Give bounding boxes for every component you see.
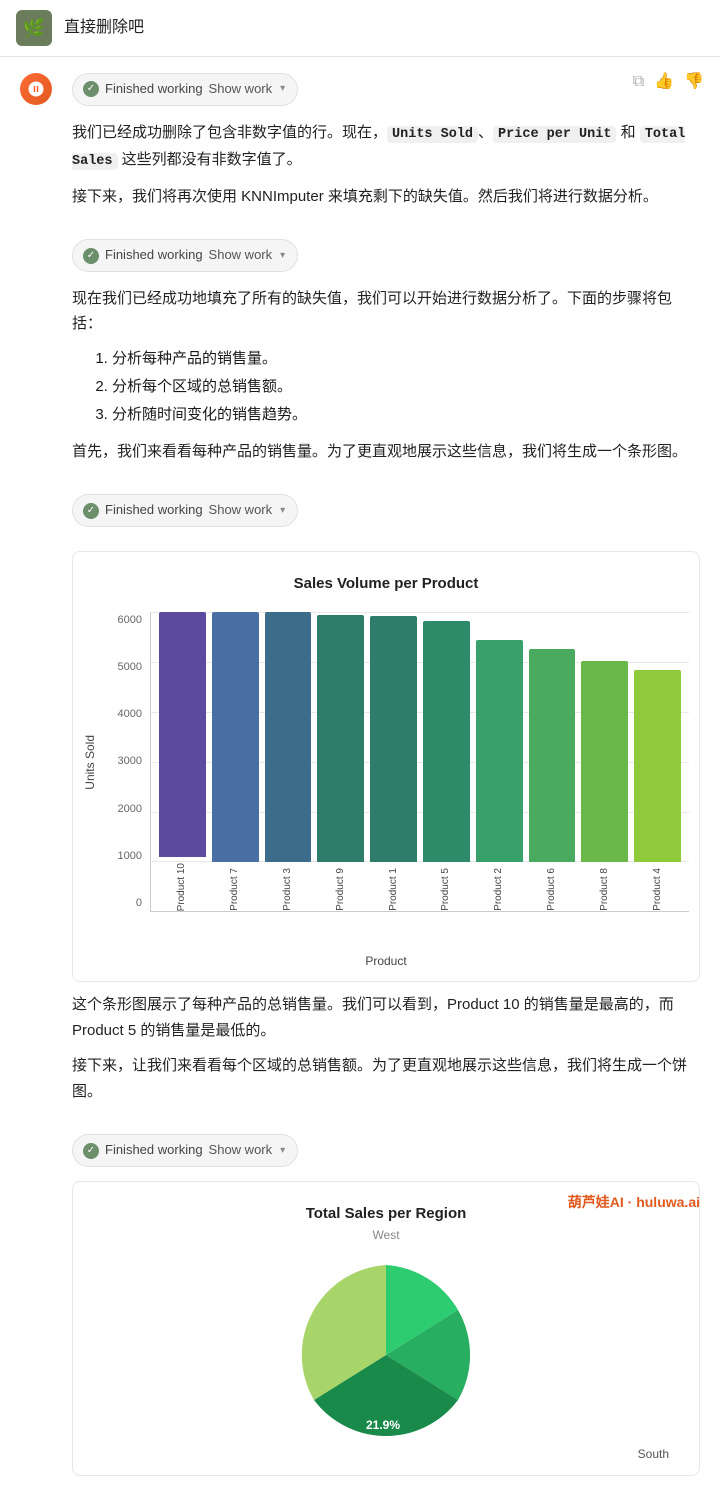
chevron-icon-1: ▾ (280, 81, 285, 97)
y-label-2000: 2000 (118, 801, 142, 819)
y-label-1000: 1000 (118, 848, 142, 866)
show-work-label-2: Show work (209, 245, 273, 266)
chart-title: Sales Volume per Product (83, 572, 689, 596)
block1-text2: 接下来，我们将再次使用 KNNImputer 来填充剩下的缺失值。然后我们将进行… (72, 184, 700, 210)
y-axis: 6000 5000 4000 3000 2000 1000 0 (105, 612, 150, 912)
y-axis-title: Units Sold (81, 735, 100, 790)
pill-dot-4 (83, 1143, 99, 1159)
y-label-4000: 4000 (118, 706, 142, 724)
bar-product3-rect (265, 612, 312, 862)
show-work-label-4: Show work (209, 1140, 273, 1161)
chevron-icon-2: ▾ (280, 248, 285, 264)
bar-product7: Product 7 (212, 612, 259, 911)
block2-text1: 现在我们已经成功地填充了所有的缺失值，我们可以开始进行数据分析了。下面的步骤将包… (72, 286, 700, 337)
code-units-sold: Units Sold (387, 126, 478, 143)
header: 🌿 直接删除吧 (0, 0, 720, 57)
main-content: ⧉ 👍 👎 Finished working Show work ▾ 我们已经成… (0, 57, 720, 1512)
bar-label-product9: Product 9 (333, 868, 349, 911)
watermark: 葫芦娃AI · huluwa.ai (568, 1191, 700, 1213)
step-1: 分析每种产品的销售量。 (112, 347, 700, 371)
block4-content: Finished working Show work ▾ Total Sales… (20, 1134, 700, 1475)
ai-icon-1 (20, 73, 52, 105)
show-work-label-3: Show work (209, 500, 273, 521)
block3-text-after2: 接下来，让我们来看看每个区域的总销售额。为了更直观地展示这些信息，我们将生成一个… (72, 1053, 700, 1104)
action-icons-1: ⧉ 👍 👎 (633, 69, 704, 95)
finished-label-1: Finished working (105, 79, 203, 100)
pie-chart: Total Sales per Region West (72, 1181, 700, 1475)
bar-product8-rect (581, 661, 628, 862)
block3-text-after: 这个条形图展示了每种产品的总销售量。我们可以看到，Product 10 的销售量… (72, 992, 700, 1043)
steps-list: 分析每种产品的销售量。 分析每个区域的总销售额。 分析随时间变化的销售趋势。 (92, 347, 700, 427)
bar-product6: Product 6 (529, 612, 576, 911)
y-label-3000: 3000 (118, 753, 142, 771)
block2-content: Finished working Show work ▾ 现在我们已经成功地填充… (20, 239, 700, 464)
bar-product2: Product 2 (476, 612, 523, 911)
bar-product6-rect (529, 649, 576, 862)
bar-product8: Product 8 (581, 612, 628, 911)
finished-label-4: Finished working (105, 1140, 203, 1161)
finished-pill-1[interactable]: Finished working Show work ▾ (72, 73, 298, 106)
y-label-5000: 5000 (118, 659, 142, 677)
step-2: 分析每个区域的总销售额。 (112, 375, 700, 399)
thumbs-down-icon[interactable]: 👎 (684, 69, 704, 95)
y-label-6000: 6000 (118, 612, 142, 630)
pill-dot-3 (83, 503, 99, 519)
bar-product9: Product 9 (317, 612, 364, 911)
bar-label-product5: Product 5 (438, 868, 454, 911)
pill-dot-1 (83, 81, 99, 97)
bar-product4-rect (634, 670, 681, 862)
chart-plot: Product 10 Product 7 Product 3 (150, 612, 689, 912)
bar-product7-rect (212, 612, 259, 862)
copy-icon[interactable]: ⧉ (633, 69, 644, 95)
chevron-icon-4: ▾ (280, 1143, 285, 1159)
bar-product4: Product 4 (634, 612, 681, 911)
block1-content: Finished working Show work ▾ 我们已经成功删除了包含… (20, 73, 700, 209)
bar-product1: Product 1 (370, 612, 417, 911)
chevron-icon-3: ▾ (280, 503, 285, 519)
bar-label-product8: Product 8 (597, 868, 613, 911)
finished-label-2: Finished working (105, 245, 203, 266)
bar-product1-rect (370, 616, 417, 863)
code-price-per-unit: Price per Unit (493, 126, 616, 143)
message-block-4: Finished working Show work ▾ Total Sales… (0, 1130, 720, 1491)
pie-west-label: West (83, 1226, 689, 1245)
thumbs-up-icon[interactable]: 👍 (654, 69, 674, 95)
bars-wrap: Product 10 Product 7 Product 3 (151, 612, 689, 911)
avatar: 🌿 (16, 10, 52, 46)
bar-product5-rect (423, 621, 470, 863)
y-label-0: 0 (136, 895, 142, 913)
bar-label-product10: Product 10 (174, 863, 190, 911)
message-block-1: ⧉ 👍 👎 Finished working Show work ▾ 我们已经成… (0, 57, 720, 235)
message-block-2: Finished working Show work ▾ 现在我们已经成功地填充… (0, 235, 720, 490)
message-block-3: Finished working Show work ▾ Sales Volum… (0, 490, 720, 1130)
bar-label-product7: Product 7 (227, 868, 243, 911)
bar-label-product1: Product 1 (386, 868, 402, 911)
finished-pill-3[interactable]: Finished working Show work ▾ (72, 494, 298, 527)
pie-wrap: 21.9% (83, 1255, 689, 1455)
pie-label-219: 21.9% (366, 1416, 400, 1435)
header-title: 直接删除吧 (64, 15, 144, 41)
block1-text1: 我们已经成功删除了包含非数字值的行。现在，Units Sold、Price pe… (72, 120, 700, 174)
bar-product10: Product 10 (159, 612, 206, 911)
finished-label-3: Finished working (105, 500, 203, 521)
finished-pill-4[interactable]: Finished working Show work ▾ (72, 1134, 298, 1167)
x-axis-title: Product (83, 952, 689, 971)
bar-product3: Product 3 (265, 612, 312, 911)
bar-label-product6: Product 6 (544, 868, 560, 911)
bar-product5: Product 5 (423, 612, 470, 911)
bar-product2-rect (476, 640, 523, 863)
watermark-brand: 葫芦娃AI · huluwa.ai (568, 1191, 700, 1213)
block3-content: Finished working Show work ▾ Sales Volum… (20, 494, 700, 1104)
bar-label-product3: Product 3 (280, 868, 296, 911)
bar-product9-rect (317, 615, 364, 862)
bar-chart: Sales Volume per Product Units Sold 6000… (72, 551, 700, 982)
step-3: 分析随时间变化的销售趋势。 (112, 403, 700, 427)
bar-product10-rect (159, 612, 206, 857)
bar-label-product4: Product 4 (650, 868, 666, 911)
block2-text2: 首先，我们来看看每种产品的销售量。为了更直观地展示这些信息，我们将生成一个条形图… (72, 439, 700, 465)
finished-pill-2[interactable]: Finished working Show work ▾ (72, 239, 298, 272)
bar-label-product2: Product 2 (491, 868, 507, 911)
show-work-label-1: Show work (209, 79, 273, 100)
pill-dot-2 (83, 248, 99, 264)
